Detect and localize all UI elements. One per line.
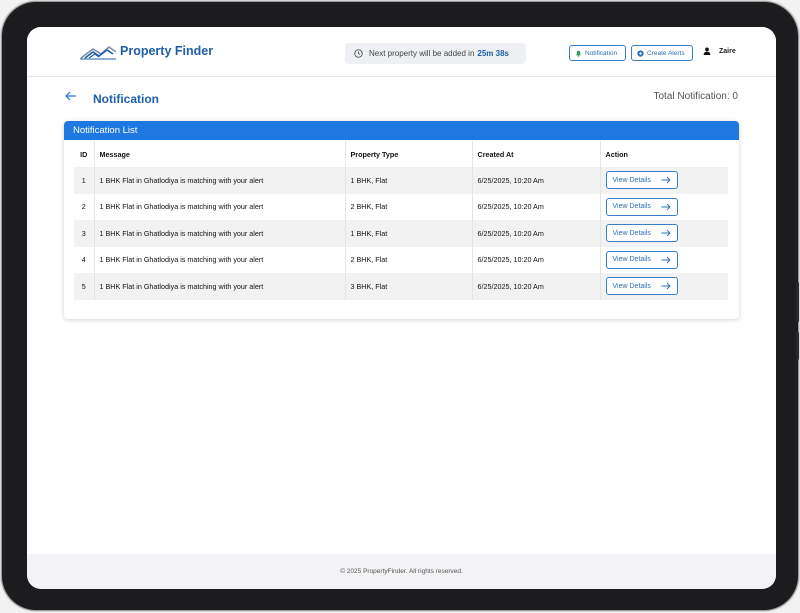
cell-message: 1 BHK Flat in Ghatlodiya is matching wit…: [94, 246, 346, 273]
view-details-label: View Details: [612, 203, 651, 211]
total-notification-count: Total Notification: 0: [653, 91, 739, 102]
back-arrow-icon[interactable]: [64, 89, 78, 103]
notification-table: ID Message Property Type Created At Acti…: [74, 141, 728, 300]
notification-button[interactable]: Notification: [569, 45, 626, 61]
view-details-label: View Details: [612, 176, 651, 184]
page-title: Notification: [93, 92, 159, 106]
timer-prefix: Next property will be added in: [369, 49, 475, 58]
plus-circle-icon: [637, 49, 644, 57]
cell-created-at: 6/25/2025, 10:20 Am: [472, 193, 601, 220]
cell-created-at: 6/25/2025, 10:20 Am: [472, 167, 601, 194]
view-details-label: View Details: [612, 229, 651, 237]
arrow-right-icon: [661, 256, 671, 264]
table-header-row: ID Message Property Type Created At Acti…: [74, 141, 728, 167]
cell-id: 1: [74, 167, 95, 194]
logo[interactable]: Property Finder: [79, 41, 213, 61]
view-details-button[interactable]: View Details: [605, 277, 678, 296]
cell-action: View Details: [600, 167, 728, 194]
side-button: [796, 282, 799, 322]
screen: Property Finder Next property will be ad…: [27, 27, 776, 589]
column-header-id: ID: [74, 141, 95, 167]
column-header-property-type: Property Type: [345, 141, 473, 167]
arrow-right-icon: [661, 229, 671, 237]
cell-message: 1 BHK Flat in Ghatlodiya is matching wit…: [94, 193, 346, 220]
arrow-right-icon: [661, 203, 671, 211]
column-header-action: Action: [600, 141, 728, 167]
notification-list-card: Notification List ID Message Property Ty…: [64, 121, 739, 319]
view-details-button[interactable]: View Details: [605, 250, 678, 269]
cell-message: 1 BHK Flat in Ghatlodiya is matching wit…: [94, 220, 346, 247]
column-header-created-at: Created At: [472, 141, 601, 167]
table-row: 51 BHK Flat in Ghatlodiya is matching wi…: [74, 273, 728, 300]
cell-property-type: 1 BHK, Flat: [345, 167, 473, 194]
user-icon: [703, 47, 711, 55]
user-name: Zaire: [719, 47, 736, 55]
user-menu[interactable]: Zaire: [703, 47, 736, 55]
notification-button-label: Notification: [585, 49, 618, 57]
table-row: 41 BHK Flat in Ghatlodiya is matching wi…: [74, 246, 728, 273]
card-title: Notification List: [64, 121, 739, 140]
arrow-right-icon: [661, 176, 671, 184]
cell-action: View Details: [600, 220, 728, 247]
column-header-message: Message: [94, 141, 346, 167]
next-property-timer: Next property will be added in 25m 38s: [345, 43, 526, 64]
cell-action: View Details: [600, 273, 728, 300]
cell-message: 1 BHK Flat in Ghatlodiya is matching wit…: [94, 273, 346, 300]
side-button: [796, 332, 799, 360]
cell-id: 4: [74, 246, 95, 273]
footer: © 2025 PropertyFinder. All rights reserv…: [27, 554, 776, 589]
table-body: 11 BHK Flat in Ghatlodiya is matching wi…: [74, 167, 728, 300]
arrow-right-icon: [661, 282, 671, 290]
cell-action: View Details: [600, 193, 728, 220]
clock-icon: [354, 49, 363, 58]
table-row: 21 BHK Flat in Ghatlodiya is matching wi…: [74, 193, 728, 220]
house-logo-icon: [80, 45, 117, 60]
top-header: Property Finder Next property will be ad…: [27, 27, 776, 77]
view-details-label: View Details: [612, 256, 651, 264]
cell-id: 5: [74, 273, 95, 300]
copyright-text: © 2025 PropertyFinder. All rights reserv…: [340, 568, 463, 575]
cell-property-type: 1 BHK, Flat: [345, 220, 473, 247]
cell-property-type: 2 BHK, Flat: [345, 246, 473, 273]
cell-id: 3: [74, 220, 95, 247]
cell-message: 1 BHK Flat in Ghatlodiya is matching wit…: [94, 167, 346, 194]
view-details-label: View Details: [612, 282, 651, 290]
table-row: 31 BHK Flat in Ghatlodiya is matching wi…: [74, 220, 728, 247]
create-alerts-button[interactable]: Create Alerts: [631, 45, 693, 61]
logo-text: Property Finder: [120, 44, 214, 58]
cell-property-type: 2 BHK, Flat: [345, 193, 473, 220]
view-details-button[interactable]: View Details: [605, 224, 678, 243]
create-alerts-button-label: Create Alerts: [647, 49, 685, 57]
cell-created-at: 6/25/2025, 10:20 Am: [472, 246, 601, 273]
cell-created-at: 6/25/2025, 10:20 Am: [472, 220, 601, 247]
view-details-button[interactable]: View Details: [605, 197, 678, 216]
timer-value: 25m 38s: [477, 49, 509, 58]
cell-id: 2: [74, 193, 95, 220]
cell-action: View Details: [600, 246, 728, 273]
table-row: 11 BHK Flat in Ghatlodiya is matching wi…: [74, 167, 728, 194]
tablet-frame: Property Finder Next property will be ad…: [2, 2, 799, 610]
cell-created-at: 6/25/2025, 10:20 Am: [472, 273, 601, 300]
cell-property-type: 3 BHK, Flat: [345, 273, 473, 300]
bell-icon: [576, 50, 581, 57]
view-details-button[interactable]: View Details: [605, 171, 678, 190]
